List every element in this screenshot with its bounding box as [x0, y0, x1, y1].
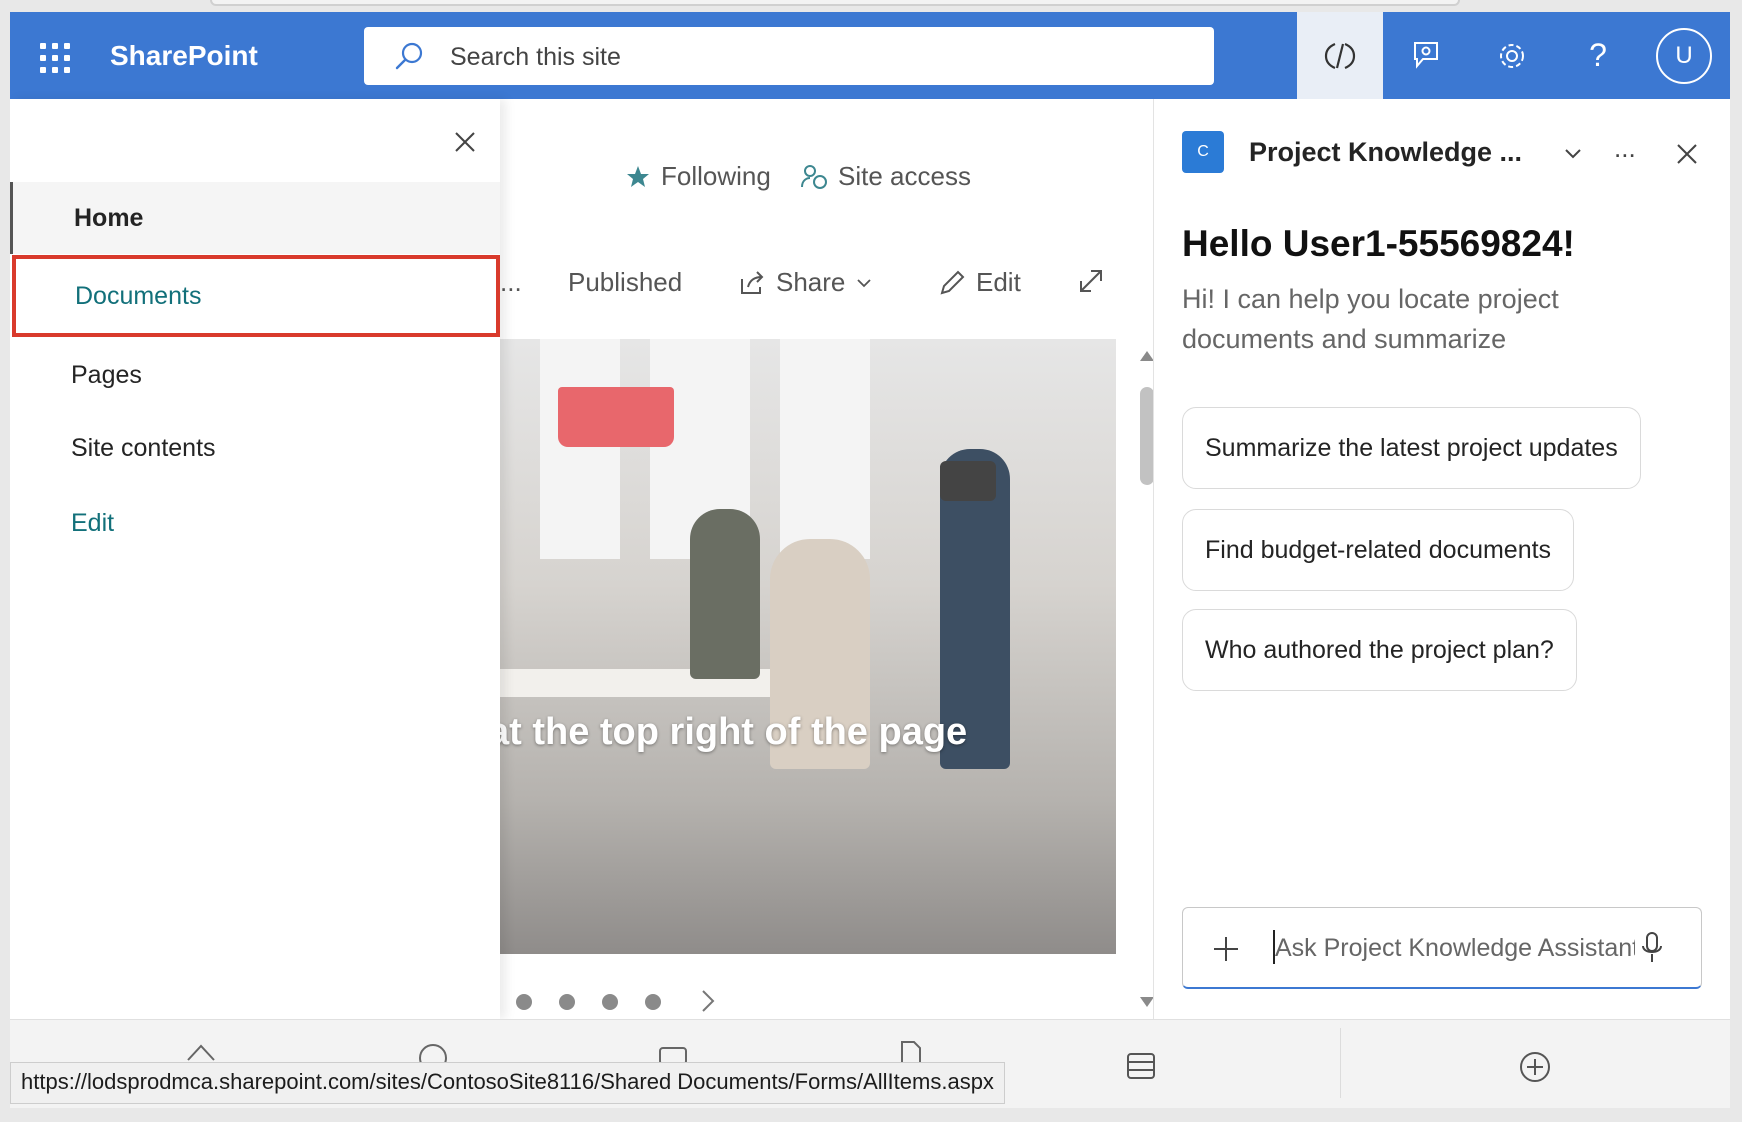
status-url-tooltip: https://lodsprodmca.sharepoint.com/sites… — [10, 1062, 1005, 1104]
help-button[interactable]: ? — [1555, 12, 1641, 99]
account-button[interactable]: U — [1641, 12, 1727, 99]
hero-person — [690, 509, 760, 679]
expand-icon — [1080, 270, 1102, 292]
expand-button[interactable] — [1077, 267, 1105, 295]
greeting-subtitle: Hi! I can help you locate project docume… — [1182, 284, 1559, 354]
agent-logo: C — [1182, 131, 1224, 173]
help-icon: ? — [1589, 37, 1607, 73]
more-commands-button[interactable]: ... — [500, 267, 522, 298]
close-icon[interactable] — [1674, 141, 1700, 167]
toolbar-divider — [1340, 1028, 1341, 1098]
people-lock-icon — [801, 164, 827, 189]
browser-frame-edge — [210, 0, 1460, 6]
settings-button[interactable] — [1469, 12, 1555, 99]
agent-title[interactable]: Project Knowledge ... — [1249, 137, 1522, 168]
share-label: Share — [776, 267, 846, 297]
edit-page-label: Edit — [976, 267, 1021, 297]
feedback-icon — [1414, 41, 1438, 69]
hero-floor-lamp — [940, 461, 996, 501]
nav-item-label: Home — [74, 203, 144, 232]
nav-item-site-contents[interactable]: Site contents — [10, 412, 500, 484]
pencil-icon — [940, 270, 965, 294]
chevron-down-icon[interactable] — [1562, 143, 1584, 165]
page-content: Following Site access ... Published Shar… — [500, 99, 1165, 1019]
suggestion-chip[interactable]: Who authored the project plan? — [1182, 609, 1577, 691]
published-label: Published — [568, 267, 683, 297]
carousel-dots — [516, 994, 661, 1010]
published-status: Published — [568, 267, 682, 298]
suite-bar-actions: ? U — [1297, 12, 1727, 99]
close-icon[interactable] — [450, 127, 480, 157]
hero-window-light — [780, 339, 870, 559]
suite-bar: SharePoint Search this site ? U — [10, 12, 1730, 99]
add-circle-icon[interactable] — [1518, 1050, 1552, 1084]
greeting-heading: Hello User1-55569824! — [1182, 223, 1575, 264]
site-access-label: Site access — [838, 161, 971, 191]
scrollbar-thumb[interactable] — [1140, 387, 1154, 485]
search-box[interactable]: Search this site — [364, 27, 1214, 85]
hero-window-light — [540, 339, 620, 559]
nav-item-pages[interactable]: Pages — [10, 339, 500, 411]
carousel-dot[interactable] — [516, 994, 532, 1010]
site-navigation-panel: Home Documents Pages Site contents Edit — [10, 99, 500, 1019]
suggestion-chip[interactable]: Find budget-related documents — [1182, 509, 1575, 591]
document-icon[interactable] — [898, 1038, 924, 1062]
agent-prompt-input[interactable]: Ask Project Knowledge Assistant — [1182, 907, 1702, 989]
news-icon[interactable] — [658, 1042, 688, 1062]
avatar: U — [1656, 27, 1712, 84]
copilot-toggle-button[interactable] — [1297, 12, 1383, 99]
site-access-button[interactable]: Site access — [800, 161, 971, 192]
share-icon — [741, 270, 764, 294]
edit-page-button[interactable]: Edit — [938, 267, 1021, 298]
share-button[interactable]: Share — [738, 267, 873, 298]
suggestion-chip[interactable]: Summarize the latest project updates — [1182, 407, 1641, 489]
prompt-placeholder: Ask Project Knowledge Assistant — [1275, 934, 1635, 962]
agent-pane: C Project Knowledge ... ... Hello User1-… — [1153, 99, 1730, 1019]
chevron-down-icon — [857, 278, 872, 287]
carousel-next-icon[interactable] — [696, 987, 720, 1015]
plus-icon[interactable] — [1211, 934, 1241, 964]
microphone-icon[interactable] — [1639, 930, 1665, 966]
hero-caption: at the top right of the page — [500, 711, 968, 753]
home-icon[interactable] — [186, 1040, 216, 1062]
nav-item-label: Site contents — [71, 433, 216, 462]
carousel-dot[interactable] — [645, 994, 661, 1010]
nav-item-label: Edit — [71, 508, 115, 537]
nav-item-label: Documents — [75, 281, 202, 310]
more-options-icon[interactable]: ... — [1614, 133, 1636, 164]
nav-item-label: Pages — [71, 360, 142, 389]
more-commands-label: ... — [500, 267, 522, 297]
feedback-button[interactable] — [1383, 12, 1469, 99]
nav-item-home[interactable]: Home — [10, 182, 500, 254]
gear-icon — [1500, 43, 1524, 68]
brand-name[interactable]: SharePoint — [110, 40, 258, 72]
star-icon — [627, 165, 649, 187]
search-placeholder: Search this site — [450, 43, 621, 71]
globe-icon[interactable] — [418, 1040, 448, 1062]
following-label: Following — [661, 161, 771, 191]
app-launcher-icon[interactable] — [34, 37, 70, 73]
search-icon — [395, 42, 423, 70]
app-window: SharePoint Search this site ? U Followin… — [10, 12, 1730, 1108]
carousel-dot[interactable] — [559, 994, 575, 1010]
following-button[interactable]: Following — [625, 161, 771, 192]
list-icon[interactable] — [1126, 1052, 1156, 1080]
hero-image[interactable]: at the top right of the page — [500, 339, 1116, 954]
nav-edit-link[interactable]: Edit — [10, 487, 500, 559]
hero-lamp — [558, 387, 674, 447]
carousel-dot[interactable] — [602, 994, 618, 1010]
nav-item-documents[interactable]: Documents — [12, 255, 500, 337]
code-icon — [1324, 42, 1356, 69]
